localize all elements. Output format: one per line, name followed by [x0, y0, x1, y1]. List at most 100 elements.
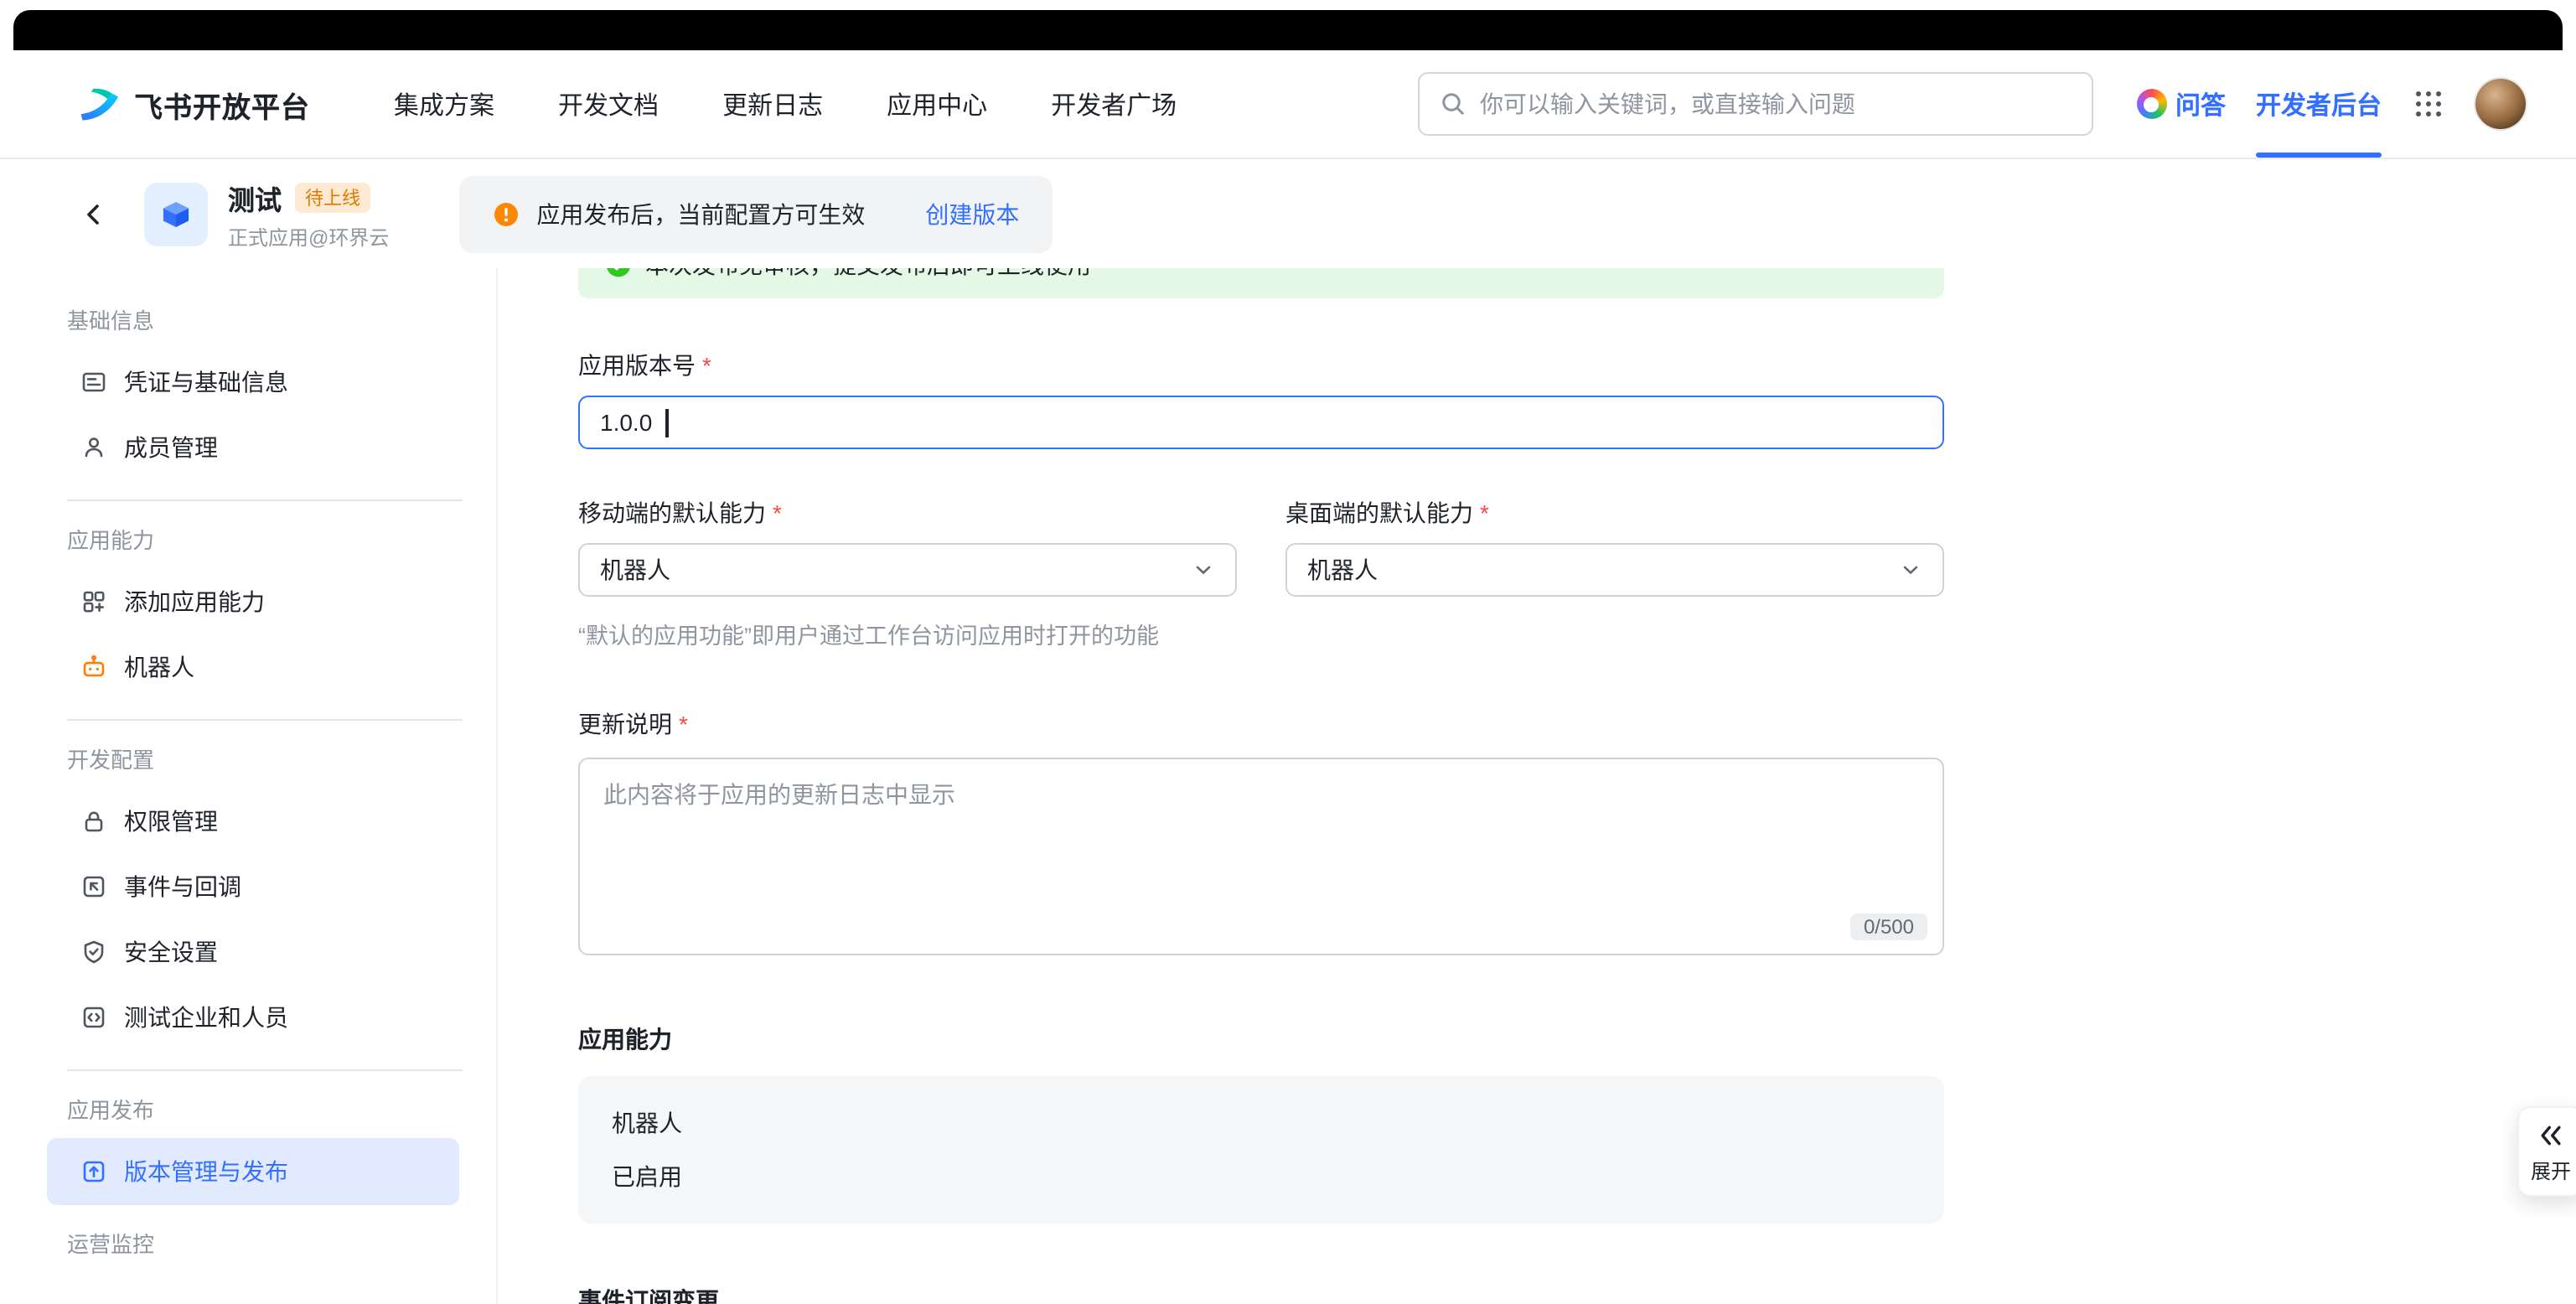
- app-bar: 测试 待上线 正式应用@环界云 应用发布后，当前配置方可生效 创建版本: [0, 159, 2576, 268]
- desktop-capability-select[interactable]: 机器人: [1285, 543, 1944, 597]
- nav-item-solutions[interactable]: 集成方案: [394, 86, 494, 122]
- sidebar-item-events[interactable]: 事件与回调: [0, 853, 496, 918]
- update-notes-label: 更新说明*: [578, 707, 1944, 741]
- desktop-capability-label: 桌面端的默认能力*: [1285, 496, 1944, 530]
- sidebar-item-add-capability[interactable]: 添加应用能力: [0, 568, 496, 634]
- mobile-capability-label: 移动端的默认能力*: [578, 496, 1237, 530]
- required-marker: *: [1480, 499, 1489, 526]
- check-circle-icon: [605, 268, 632, 278]
- sidebar-section-dev-config: 开发配置: [67, 744, 496, 778]
- nav-item-docs[interactable]: 开发文档: [558, 86, 659, 122]
- brand[interactable]: 飞书开放平台: [77, 82, 310, 126]
- qa-label: 问答: [2175, 86, 2226, 122]
- capability-status: 已启用: [612, 1160, 1911, 1193]
- char-counter: 0/500: [1850, 913, 1927, 940]
- capability-hint: “默认的应用功能”即用户通过工作台访问应用时打开的功能: [578, 617, 1944, 650]
- app-name: 测试: [228, 177, 282, 217]
- qa-button[interactable]: 问答: [2137, 86, 2226, 122]
- divider: [67, 719, 463, 721]
- capability-name: 机器人: [612, 1106, 1911, 1140]
- main-nav: 集成方案 开发文档 更新日志 应用中心 开发者广场: [394, 86, 1177, 122]
- sidebar-item-label: 事件与回调: [124, 869, 241, 903]
- text-caret: [665, 409, 668, 437]
- search-box[interactable]: [1418, 72, 2093, 136]
- app-icon: [144, 182, 208, 246]
- chevron-down-icon: [1899, 558, 1922, 582]
- update-notes-textarea[interactable]: [578, 758, 1944, 955]
- success-text: 本次发布免审核，提交发布后即可上线使用: [645, 268, 1091, 282]
- sidebar-item-bot[interactable]: 机器人: [0, 634, 496, 699]
- expand-drawer-button[interactable]: 展开: [2517, 1106, 2576, 1197]
- sidebar-item-permissions[interactable]: 权限管理: [0, 788, 496, 853]
- status-badge: 待上线: [295, 182, 370, 212]
- lock-icon: [80, 807, 107, 834]
- expand-label: 展开: [2531, 1157, 2571, 1185]
- sidebar: 基础信息 凭证与基础信息 成员管理 应用能力: [0, 268, 498, 1304]
- back-icon[interactable]: [80, 200, 107, 227]
- sidebar-item-label: 权限管理: [124, 804, 218, 837]
- sidebar-item-label: 测试企业和人员: [124, 1000, 288, 1033]
- robot-icon: [80, 653, 107, 680]
- publish-icon: [80, 1158, 107, 1185]
- nav-item-app-center[interactable]: 应用中心: [887, 86, 987, 122]
- main-content: 本次发布免审核，提交发布后即可上线使用 应用版本号* 移动端的默认能力* 机器人: [498, 268, 2576, 1304]
- sidebar-item-version-release[interactable]: 版本管理与发布: [47, 1138, 459, 1205]
- sidebar-item-label: 凭证与基础信息: [124, 365, 288, 398]
- double-chevron-left-icon: [2536, 1123, 2566, 1148]
- divider: [67, 499, 463, 501]
- members-icon: [80, 433, 107, 460]
- avatar[interactable]: [2475, 79, 2526, 129]
- qa-icon: [2137, 89, 2167, 119]
- divider: [67, 1069, 463, 1071]
- required-marker: *: [773, 499, 782, 526]
- app-capability-box: 机器人 已启用: [578, 1076, 1944, 1224]
- apps-grid-icon[interactable]: [2412, 87, 2445, 121]
- sidebar-item-label: 版本管理与发布: [124, 1155, 288, 1188]
- alert-text: 应用发布后，当前配置方可生效: [536, 197, 865, 230]
- app-capability-title: 应用能力: [578, 1022, 1944, 1056]
- version-label: 应用版本号*: [578, 349, 1944, 382]
- publish-alert-banner: 应用发布后，当前配置方可生效 创建版本: [459, 175, 1053, 252]
- success-banner: 本次发布免审核，提交发布后即可上线使用: [578, 268, 1944, 298]
- window-titlebar: [13, 10, 2563, 50]
- chevron-down-icon: [1192, 558, 1215, 582]
- sidebar-item-label: 成员管理: [124, 430, 218, 463]
- version-input[interactable]: [578, 396, 1944, 449]
- required-marker: *: [679, 711, 688, 737]
- app-subtitle: 正式应用@环界云: [228, 222, 389, 251]
- sidebar-item-test-org[interactable]: 测试企业和人员: [0, 984, 496, 1049]
- sidebar-item-credentials[interactable]: 凭证与基础信息: [0, 349, 496, 414]
- nav-item-dev-plaza[interactable]: 开发者广场: [1051, 86, 1177, 122]
- sidebar-section-basic: 基础信息: [67, 305, 496, 339]
- warning-icon: [493, 200, 520, 227]
- sidebar-item-label: 机器人: [124, 649, 194, 683]
- shield-icon: [80, 938, 107, 965]
- event-callback-icon: [80, 872, 107, 899]
- version-field[interactable]: [580, 409, 1942, 436]
- create-version-link[interactable]: 创建版本: [925, 197, 1019, 230]
- update-notes-wrap: 0/500: [578, 758, 1944, 955]
- sidebar-section-monitoring: 运营监控: [67, 1229, 496, 1262]
- event-change-title: 事件订阅变更: [578, 1284, 1944, 1304]
- credential-icon: [80, 368, 107, 395]
- select-value: 机器人: [1307, 553, 1378, 587]
- tab-developer-console[interactable]: 开发者后台: [2256, 86, 2382, 122]
- header-right: 问答 开发者后台: [2137, 79, 2526, 129]
- search-input[interactable]: [1480, 91, 2072, 117]
- sidebar-item-label: 添加应用能力: [124, 584, 265, 618]
- nav-item-changelog[interactable]: 更新日志: [722, 86, 823, 122]
- sidebar-section-release: 应用发布: [67, 1094, 496, 1128]
- add-capability-icon: [80, 587, 107, 614]
- brand-name: 飞书开放平台: [134, 83, 310, 125]
- site-header: 飞书开放平台 集成方案 开发文档 更新日志 应用中心 开发者广场 问答 开发者后…: [0, 50, 2576, 159]
- sidebar-item-security[interactable]: 安全设置: [0, 918, 496, 984]
- sidebar-item-label: 安全设置: [124, 934, 218, 968]
- code-brackets-icon: [80, 1003, 107, 1030]
- mobile-capability-select[interactable]: 机器人: [578, 543, 1237, 597]
- sidebar-item-members[interactable]: 成员管理: [0, 414, 496, 479]
- select-value: 机器人: [600, 553, 670, 587]
- search-icon: [1440, 91, 1466, 117]
- sidebar-section-capability: 应用能力: [67, 525, 496, 558]
- app-meta: 测试 待上线 正式应用@环界云: [228, 177, 389, 251]
- feishu-logo-icon: [77, 82, 121, 126]
